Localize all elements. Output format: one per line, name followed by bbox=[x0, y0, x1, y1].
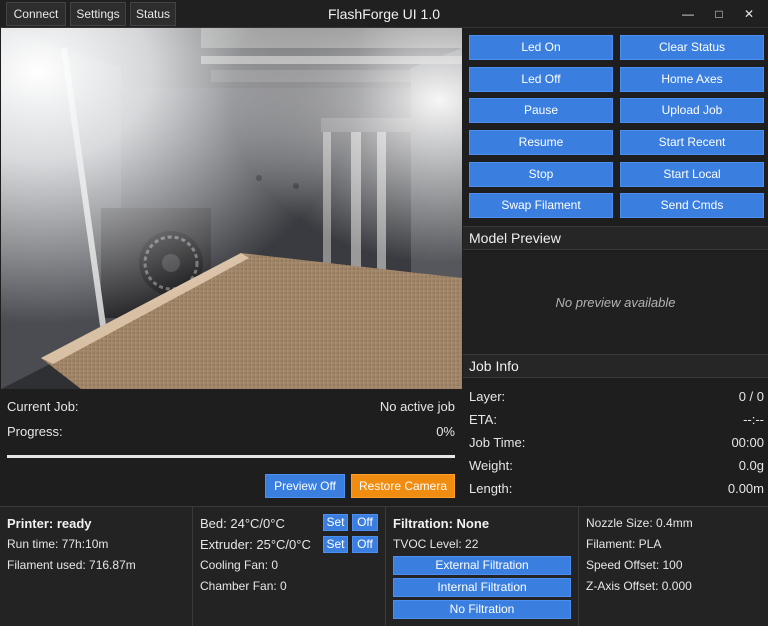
extruder-set-button[interactable]: Set bbox=[323, 536, 348, 553]
led-on-button[interactable]: Led On bbox=[469, 35, 613, 60]
nozzle-size: Nozzle Size: 0.4mm bbox=[586, 516, 693, 530]
close-icon[interactable]: ✕ bbox=[734, 4, 764, 24]
bed-set-button[interactable]: Set bbox=[323, 514, 348, 531]
internal-filtration-button[interactable]: Internal Filtration bbox=[393, 578, 571, 597]
send-cmds-button[interactable]: Send Cmds bbox=[620, 193, 764, 218]
bed-off-button[interactable]: Off bbox=[352, 514, 378, 531]
extruder-temp: Extruder: 25°C/0°C bbox=[200, 537, 311, 552]
home-axes-button[interactable]: Home Axes bbox=[620, 67, 764, 92]
start-recent-button[interactable]: Start Recent bbox=[620, 130, 764, 155]
stop-button[interactable]: Stop bbox=[469, 162, 613, 187]
job-time-value: 00:00 bbox=[731, 435, 764, 450]
weight-label: Weight: bbox=[469, 458, 513, 473]
current-job-value: No active job bbox=[379, 399, 455, 414]
progress-label: Progress: bbox=[7, 424, 63, 439]
progress-bar bbox=[7, 455, 455, 458]
layer-value: 0 / 0 bbox=[738, 389, 764, 404]
printer-status: Printer: ready bbox=[7, 516, 92, 531]
title-bar: Connect Settings Status FlashForge UI 1.… bbox=[0, 0, 768, 28]
eta-value: --:-- bbox=[743, 412, 764, 427]
speed-offset: Speed Offset: 100 bbox=[586, 558, 683, 572]
chamber-fan: Chamber Fan: 0 bbox=[200, 579, 287, 593]
maximize-icon[interactable]: □ bbox=[704, 4, 734, 24]
progress-value: 0% bbox=[436, 424, 455, 439]
extruder-off-button[interactable]: Off bbox=[352, 536, 378, 553]
tvoc-level: TVOC Level: 22 bbox=[393, 537, 479, 551]
eta-label: ETA: bbox=[469, 412, 497, 427]
start-local-button[interactable]: Start Local bbox=[620, 162, 764, 187]
run-time: Run time: 77h:10m bbox=[7, 537, 109, 551]
preview-off-button[interactable]: Preview Off bbox=[265, 474, 345, 498]
connect-button[interactable]: Connect bbox=[6, 2, 66, 26]
model-preview-panel: No preview available bbox=[463, 252, 768, 354]
restore-camera-button[interactable]: Restore Camera bbox=[351, 474, 455, 498]
led-off-button[interactable]: Led Off bbox=[469, 67, 613, 92]
no-preview-text: No preview available bbox=[555, 295, 676, 310]
filament-used: Filament used: 716.87m bbox=[7, 558, 136, 572]
cooling-fan: Cooling Fan: 0 bbox=[200, 558, 279, 572]
minimize-icon[interactable]: — bbox=[673, 4, 703, 24]
job-info-header: Job Info bbox=[463, 354, 768, 378]
length-value: 0.00m bbox=[727, 481, 764, 496]
pause-button[interactable]: Pause bbox=[469, 98, 613, 123]
no-filtration-button[interactable]: No Filtration bbox=[393, 600, 571, 619]
filtration-status: Filtration: None bbox=[393, 516, 490, 531]
camera-image bbox=[1, 28, 462, 389]
filament-type: Filament: PLA bbox=[586, 537, 662, 551]
settings-button[interactable]: Settings bbox=[70, 2, 126, 26]
swap-filament-button[interactable]: Swap Filament bbox=[469, 193, 613, 218]
upload-job-button[interactable]: Upload Job bbox=[620, 98, 764, 123]
z-axis-offset: Z-Axis Offset: 0.000 bbox=[586, 579, 692, 593]
status-button[interactable]: Status bbox=[130, 2, 176, 26]
camera-view bbox=[1, 28, 462, 389]
job-time-label: Job Time: bbox=[469, 435, 526, 450]
current-job-label: Current Job: bbox=[7, 399, 79, 414]
weight-value: 0.0g bbox=[738, 458, 764, 473]
bed-temp: Bed: 24°C/0°C bbox=[200, 516, 285, 531]
clear-status-button[interactable]: Clear Status bbox=[620, 35, 764, 60]
layer-label: Layer: bbox=[469, 389, 506, 404]
external-filtration-button[interactable]: External Filtration bbox=[393, 556, 571, 575]
resume-button[interactable]: Resume bbox=[469, 130, 613, 155]
length-label: Length: bbox=[469, 481, 513, 496]
model-preview-header: Model Preview bbox=[463, 226, 768, 250]
